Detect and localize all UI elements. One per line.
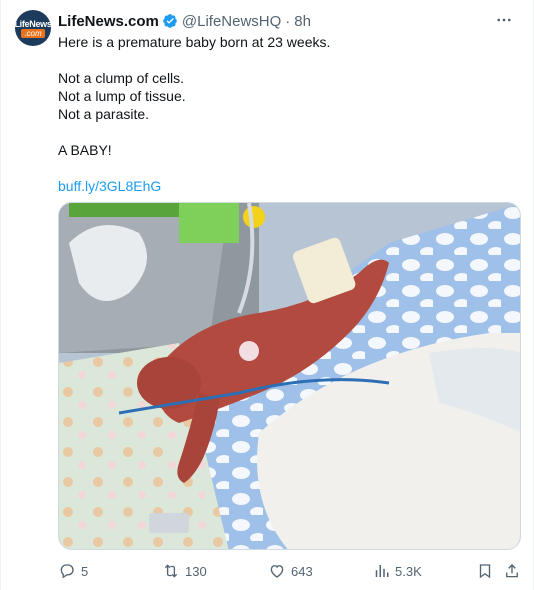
views-button[interactable]: 5.3K [372,561,422,581]
avatar[interactable]: LifeNews .com [15,10,51,46]
reply-icon [60,564,74,579]
bookmark-icon [479,564,491,579]
views-count: 5.3K [395,563,422,579]
share-icon [506,564,518,578]
like-count: 643 [291,563,313,579]
like-button[interactable]: 643 [268,561,313,581]
bookmark-button[interactable] [476,561,494,581]
views-chart-icon [375,565,389,577]
share-button[interactable] [503,561,521,581]
more-options-button[interactable] [493,10,515,30]
author-handle[interactable]: @LifeNewsHQ [182,13,281,30]
verified-badge-icon[interactable] [162,13,178,29]
retweet-count: 130 [185,563,207,579]
author-name[interactable]: LifeNews.com [58,13,159,30]
action-bar: 5 130 643 5.3K [58,561,521,581]
tweet-link[interactable]: buff.ly/3GL8EhG [58,178,161,194]
tweet-card[interactable]: LifeNews .com LifeNews.com @LifeNewsHQ ·… [0,0,534,590]
timestamp[interactable]: 8h [294,13,311,30]
tweet-body: Here is a premature baby born at 23 week… [58,33,518,195]
heart-icon [270,565,284,578]
tweet-line: A BABY! [58,142,112,158]
avatar-logo-suffix: .com [21,28,45,38]
avatar-logo-text: LifeNews [15,18,51,29]
tweet-line: Not a clump of cells. [58,70,185,86]
tweet-line: Not a lump of tissue. [58,88,186,104]
tweet-line: Not a parasite. [58,106,150,122]
tweet-header: LifeNews.com @LifeNewsHQ · 8h [58,11,311,31]
reply-count: 5 [81,563,89,579]
photo-icon [59,203,520,549]
tweet-line: Here is a premature baby born at 23 week… [58,34,331,50]
tweet-photo[interactable] [58,202,521,550]
retweet-button[interactable]: 130 [162,561,207,581]
reply-button[interactable]: 5 [58,561,88,581]
retweet-icon [164,564,178,578]
more-dots-icon [497,18,511,22]
separator-dot: · [285,12,291,30]
